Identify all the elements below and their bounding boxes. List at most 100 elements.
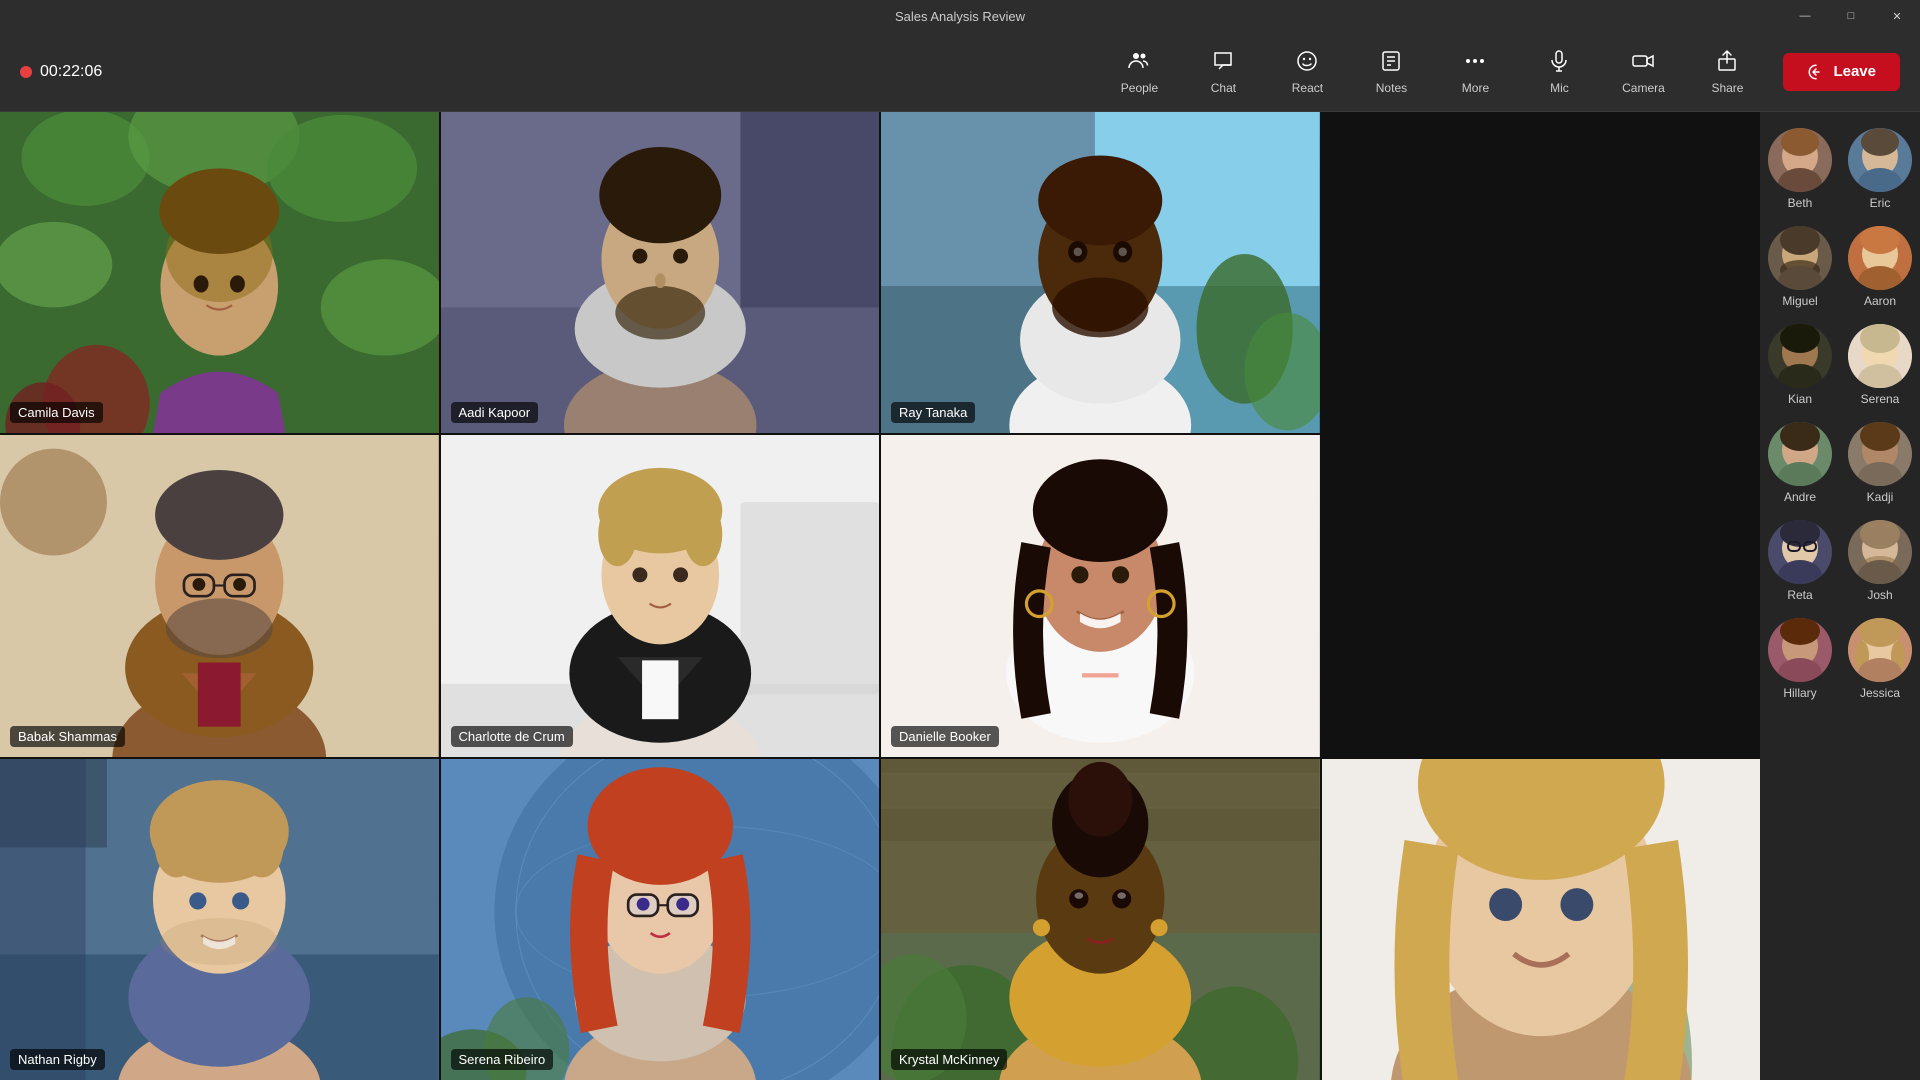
camera-label: Camera	[1622, 81, 1665, 95]
sidebar-avatar-serena	[1848, 324, 1912, 388]
sidebar-avatar-kian	[1768, 324, 1832, 388]
more-icon	[1463, 49, 1487, 77]
name-tag-serena-r: Serena Ribeiro	[451, 1049, 554, 1070]
people-button[interactable]: People	[1099, 38, 1179, 106]
sidebar-person-josh[interactable]: Josh	[1844, 512, 1916, 610]
more-label: More	[1462, 81, 1489, 95]
sidebar-row-reta-josh: Reta Josh	[1760, 512, 1920, 610]
react-button[interactable]: React	[1267, 38, 1347, 106]
sidebar-name-josh: Josh	[1867, 588, 1892, 602]
share-button[interactable]: Share	[1687, 38, 1767, 106]
name-tag-charlotte: Charlotte de Crum	[451, 726, 573, 747]
sidebar-person-reta[interactable]: Reta	[1764, 512, 1836, 610]
window-title: Sales Analysis Review	[895, 9, 1025, 24]
video-tile-danielle[interactable]: Danielle Booker	[881, 435, 1320, 756]
sidebar-avatar-beth	[1768, 128, 1832, 192]
sidebar-avatar-jessica	[1848, 618, 1912, 682]
share-icon	[1715, 49, 1739, 77]
notes-icon	[1379, 49, 1403, 77]
name-tag-babak: Babak Shammas	[10, 726, 125, 747]
video-tile-extra[interactable]	[1322, 759, 1761, 1080]
leave-button[interactable]: Leave	[1783, 53, 1900, 91]
sidebar-name-hillary: Hillary	[1783, 686, 1816, 700]
sidebar-name-miguel: Miguel	[1782, 294, 1817, 308]
name-tag-nathan: Nathan Rigby	[10, 1049, 105, 1070]
video-tile-aadi[interactable]: Aadi Kapoor	[441, 112, 880, 433]
sidebar-person-miguel[interactable]: Miguel	[1764, 218, 1836, 316]
sidebar-name-serena: Serena	[1861, 392, 1900, 406]
titlebar: Sales Analysis Review — □ ✕	[0, 0, 1920, 32]
people-label: People	[1121, 81, 1158, 95]
notes-button[interactable]: Notes	[1351, 38, 1431, 106]
sidebar-name-beth: Beth	[1788, 196, 1813, 210]
mic-label: Mic	[1550, 81, 1569, 95]
sidebar-row-andre-kadji: Andre Kadji	[1760, 414, 1920, 512]
chat-button[interactable]: Chat	[1183, 38, 1263, 106]
more-button[interactable]: More	[1435, 38, 1515, 106]
notes-label: Notes	[1376, 81, 1407, 95]
sidebar-person-kian[interactable]: Kian	[1764, 316, 1836, 414]
name-tag-camila: Camila Davis	[10, 402, 103, 423]
sidebar-person-eric[interactable]: Eric	[1844, 120, 1916, 218]
sidebar-name-reta: Reta	[1787, 588, 1812, 602]
sidebar-name-aaron: Aaron	[1864, 294, 1896, 308]
mic-icon	[1547, 49, 1571, 77]
main-area: Camila Davis	[0, 112, 1920, 1080]
leave-label: Leave	[1833, 63, 1876, 80]
camera-icon	[1631, 49, 1655, 77]
video-grid: Camila Davis	[0, 112, 1760, 1080]
sidebar-row-hillary-jessica: Hillary Jessica	[1760, 610, 1920, 708]
video-tile-ray[interactable]: Ray Tanaka	[881, 112, 1320, 433]
react-label: React	[1292, 81, 1323, 95]
toolbar-actions: People Chat React Notes	[1099, 38, 1767, 106]
video-tile-krystal[interactable]: Krystal McKinney	[881, 759, 1320, 1080]
window-controls: — □ ✕	[1782, 0, 1920, 32]
minimize-button[interactable]: —	[1782, 0, 1828, 32]
sidebar-row-beth-eric: Beth Eric	[1760, 120, 1920, 218]
close-button[interactable]: ✕	[1874, 0, 1920, 32]
recording-indicator	[20, 66, 32, 78]
chat-label: Chat	[1211, 81, 1236, 95]
camera-button[interactable]: Camera	[1603, 38, 1683, 106]
video-tile-charlotte[interactable]: Charlotte de Crum	[441, 435, 880, 756]
toolbar: 00:22:06 People Chat React	[0, 32, 1920, 112]
sidebar-avatar-kadji	[1848, 422, 1912, 486]
name-tag-krystal: Krystal McKinney	[891, 1049, 1007, 1070]
timer-area: 00:22:06	[20, 63, 1099, 81]
video-tile-serena-r[interactable]: Serena Ribeiro	[441, 759, 880, 1080]
chat-icon	[1211, 49, 1235, 77]
name-tag-aadi: Aadi Kapoor	[451, 402, 539, 423]
share-label: Share	[1711, 81, 1743, 95]
sidebar-participants: Beth Eric Miguel Aaron	[1760, 112, 1920, 1080]
sidebar-name-andre: Andre	[1784, 490, 1816, 504]
video-tile-babak[interactable]: Babak Shammas	[0, 435, 439, 756]
sidebar-name-jessica: Jessica	[1860, 686, 1900, 700]
sidebar-row-kian-serena: Kian Serena	[1760, 316, 1920, 414]
sidebar-person-andre[interactable]: Andre	[1764, 414, 1836, 512]
sidebar-person-kadji[interactable]: Kadji	[1844, 414, 1916, 512]
sidebar-avatar-miguel	[1768, 226, 1832, 290]
sidebar-person-aaron[interactable]: Aaron	[1844, 218, 1916, 316]
name-tag-danielle: Danielle Booker	[891, 726, 999, 747]
sidebar-person-hillary[interactable]: Hillary	[1764, 610, 1836, 708]
react-icon	[1295, 49, 1319, 77]
sidebar-avatar-josh	[1848, 520, 1912, 584]
sidebar-name-eric: Eric	[1870, 196, 1891, 210]
sidebar-person-serena[interactable]: Serena	[1844, 316, 1916, 414]
sidebar-name-kian: Kian	[1788, 392, 1812, 406]
mic-button[interactable]: Mic	[1519, 38, 1599, 106]
sidebar-avatar-andre	[1768, 422, 1832, 486]
sidebar-avatar-reta	[1768, 520, 1832, 584]
people-icon	[1127, 49, 1151, 77]
video-tile-camila[interactable]: Camila Davis	[0, 112, 439, 433]
timer-display: 00:22:06	[40, 63, 102, 81]
sidebar-avatar-eric	[1848, 128, 1912, 192]
name-tag-ray: Ray Tanaka	[891, 402, 975, 423]
sidebar-person-beth[interactable]: Beth	[1764, 120, 1836, 218]
video-tile-nathan[interactable]: Nathan Rigby	[0, 759, 439, 1080]
sidebar-row-miguel-aaron: Miguel Aaron	[1760, 218, 1920, 316]
sidebar-person-jessica[interactable]: Jessica	[1844, 610, 1916, 708]
maximize-button[interactable]: □	[1828, 0, 1874, 32]
sidebar-avatar-aaron	[1848, 226, 1912, 290]
sidebar-name-kadji: Kadji	[1867, 490, 1894, 504]
